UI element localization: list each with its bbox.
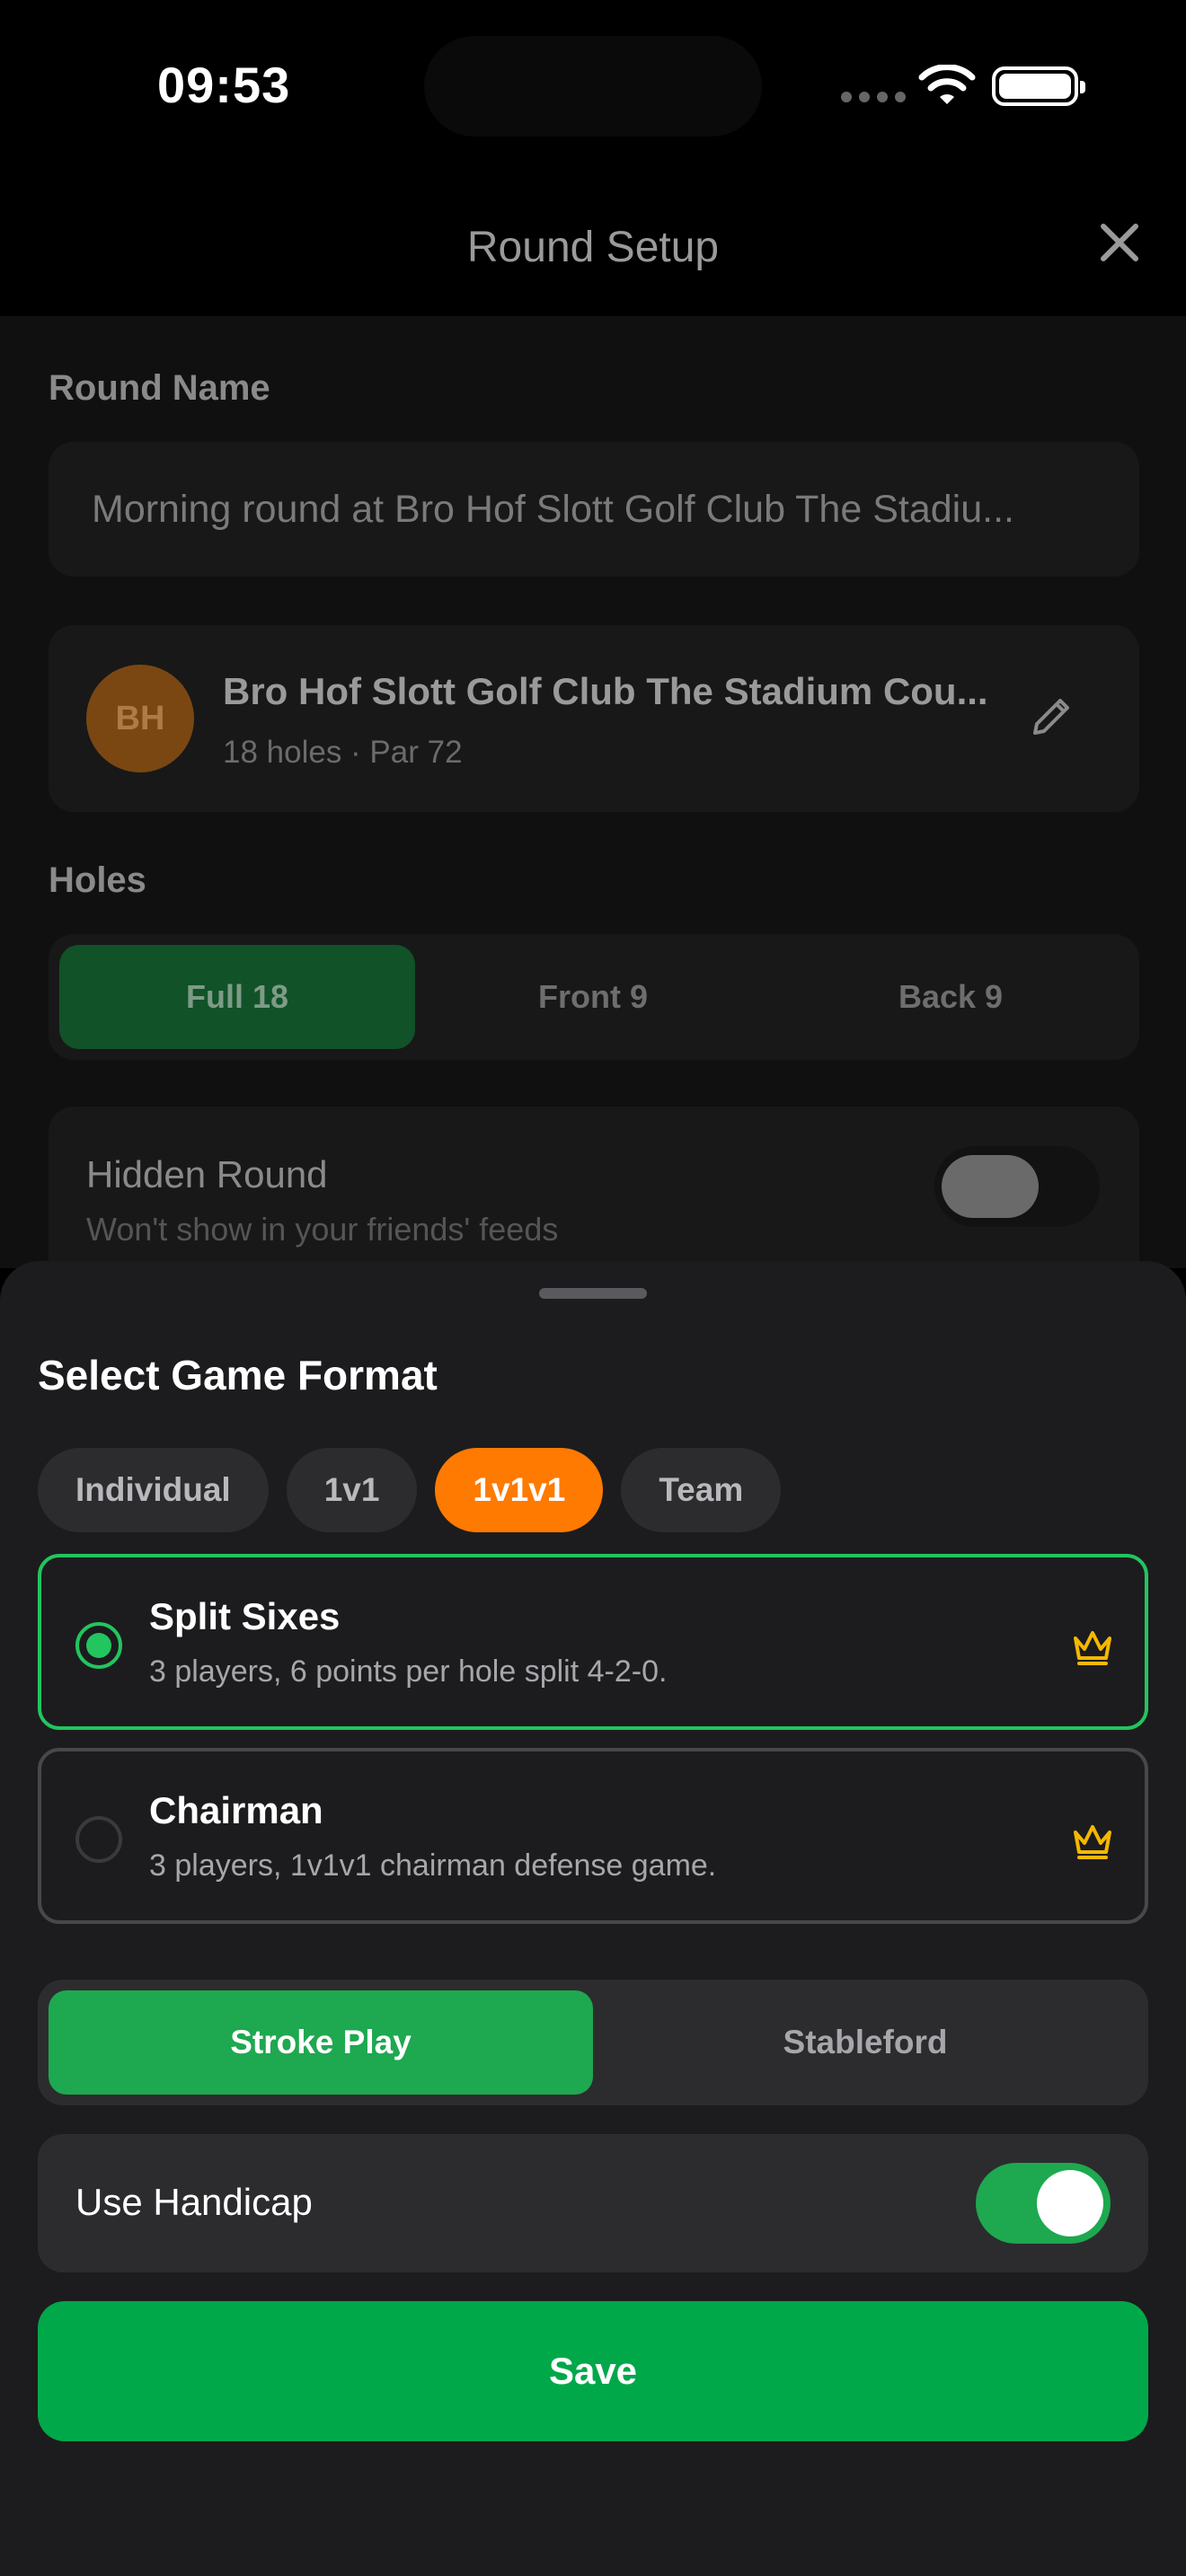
cellular-signal-icon [841, 92, 906, 102]
course-name: Bro Hof Slott Golf Club The Stadium Cou.… [223, 670, 988, 712]
scoring-option-stableford[interactable]: Stableford [593, 1990, 1137, 2095]
chip-individual[interactable]: Individual [38, 1448, 269, 1532]
pencil-icon[interactable] [1026, 692, 1076, 742]
sheet-title: Select Game Format [38, 1352, 438, 1398]
radio-unselected[interactable] [75, 1816, 122, 1863]
hidden-round-title: Hidden Round [86, 1153, 328, 1195]
holes-label: Holes [49, 860, 146, 900]
course-meta: 18 holes · Par 72 [223, 735, 463, 770]
format-name: Split Sixes [149, 1595, 341, 1637]
holes-selector: Full 18 Front 9 Back 9 [49, 934, 1139, 1060]
chip-1v1v1[interactable]: 1v1v1 [435, 1448, 604, 1532]
game-format-sheet: Select Game Format Individual 1v1 1v1v1 … [0, 1261, 1186, 2576]
format-option-chairman[interactable]: Chairman 3 players, 1v1v1 chairman defen… [38, 1748, 1148, 1924]
battery-icon [992, 66, 1085, 106]
radio-selected[interactable] [75, 1622, 122, 1669]
handicap-label: Use Handicap [75, 2181, 313, 2223]
handicap-toggle[interactable] [976, 2163, 1111, 2244]
handicap-row: Use Handicap [38, 2134, 1148, 2272]
format-description: 3 players, 6 points per hole split 4-2-0… [149, 1654, 668, 1689]
round-setup-form: Round Name Morning round at Bro Hof Slot… [0, 316, 1186, 1286]
holes-option-back-9[interactable]: Back 9 [773, 945, 1128, 1049]
chip-1v1[interactable]: 1v1 [286, 1448, 418, 1532]
format-name: Chairman [149, 1789, 323, 1831]
scoring-selector: Stroke Play Stableford [38, 1980, 1148, 2105]
nav-header: Round Setup [0, 180, 1186, 316]
save-button[interactable]: Save [38, 2301, 1148, 2441]
hidden-round-subtitle: Won't show in your friends' feeds [86, 1211, 559, 1248]
sheet-grabber[interactable] [539, 1288, 647, 1299]
course-avatar: BH [86, 665, 194, 772]
status-time: 09:53 [157, 57, 291, 113]
format-category-chips: Individual 1v1 1v1v1 Team [38, 1448, 782, 1532]
course-card[interactable]: BH Bro Hof Slott Golf Club The Stadium C… [49, 625, 1139, 812]
dynamic-island [424, 36, 762, 137]
holes-option-full-18[interactable]: Full 18 [59, 945, 415, 1049]
format-option-split-sixes[interactable]: Split Sixes 3 players, 6 points per hole… [38, 1554, 1148, 1730]
round-name-input[interactable]: Morning round at Bro Hof Slott Golf Club… [49, 442, 1139, 577]
wifi-icon [918, 65, 976, 104]
status-bar: 09:53 [0, 0, 1186, 180]
format-description: 3 players, 1v1v1 chairman defense game. [149, 1848, 717, 1883]
crown-icon [1074, 1825, 1111, 1859]
hidden-round-card: Hidden Round Won't show in your friends'… [49, 1107, 1139, 1286]
chip-team[interactable]: Team [621, 1448, 782, 1532]
close-icon[interactable] [1093, 216, 1146, 269]
crown-icon [1074, 1631, 1111, 1665]
scoring-option-stroke-play[interactable]: Stroke Play [49, 1990, 593, 2095]
page-title: Round Setup [466, 224, 720, 271]
hidden-round-toggle[interactable] [934, 1146, 1100, 1227]
holes-option-front-9[interactable]: Front 9 [415, 945, 771, 1049]
round-name-label: Round Name [49, 368, 270, 408]
